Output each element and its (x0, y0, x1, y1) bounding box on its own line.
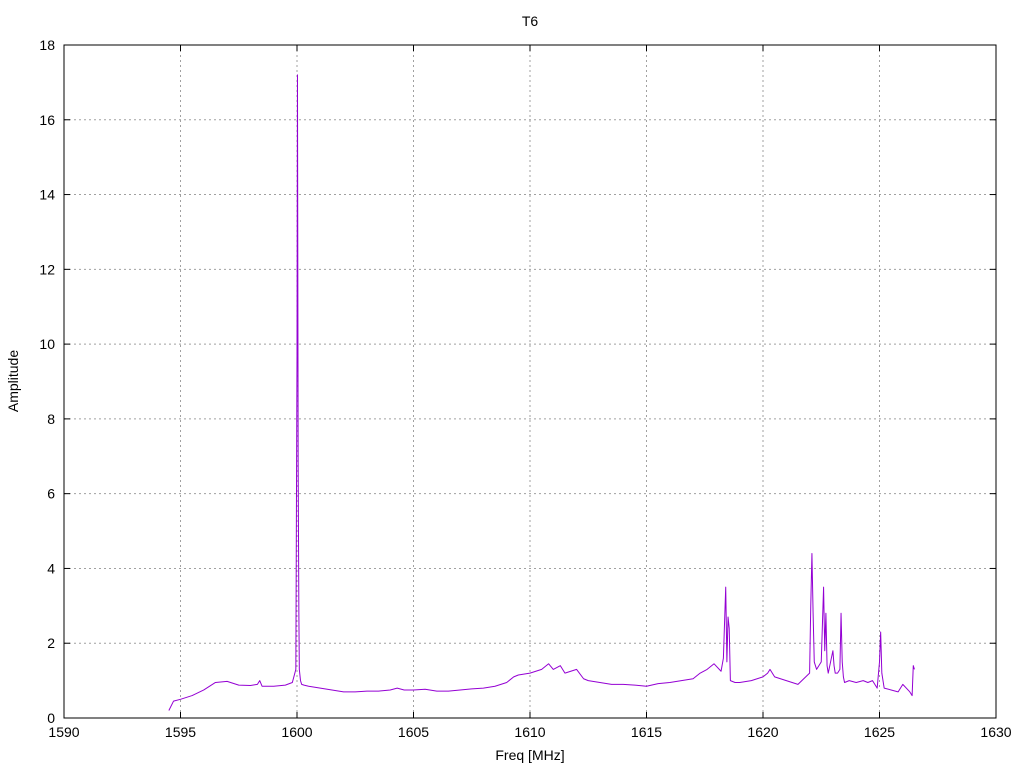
chart-background (0, 0, 1024, 768)
x-tick-label: 1620 (747, 724, 778, 740)
y-tick-label: 8 (47, 411, 55, 427)
x-tick-label: 1590 (48, 724, 79, 740)
x-tick-label: 1625 (864, 724, 895, 740)
y-tick-label: 0 (47, 710, 55, 726)
x-tick-label: 1610 (514, 724, 545, 740)
chart: 1590 1595 1600 1605 1610 1615 1620 1625 1630 0 2 4 6… (0, 0, 1024, 768)
y-tick-label: 18 (39, 37, 55, 53)
y-tick-label: 10 (39, 336, 55, 352)
y-tick-label: 2 (47, 635, 55, 651)
x-tick-label: 1605 (398, 724, 429, 740)
y-tick-label: 16 (39, 112, 55, 128)
x-tick-label: 1595 (165, 724, 196, 740)
x-tick-label: 1615 (631, 724, 662, 740)
y-tick-label: 14 (39, 187, 55, 203)
x-tick-label: 1630 (980, 724, 1011, 740)
y-axis-label: Amplitude (5, 350, 21, 412)
x-tick-label: 1600 (281, 724, 312, 740)
line-chart: 1590 1595 1600 1605 1610 1615 1620 1625 16300246… (0, 0, 1024, 768)
chart-title: T6 (522, 13, 539, 29)
y-tick-label: 4 (47, 560, 55, 576)
y-tick-label: 12 (39, 261, 55, 277)
y-tick-label: 6 (47, 486, 55, 502)
x-axis-label: Freq [MHz] (495, 747, 564, 763)
